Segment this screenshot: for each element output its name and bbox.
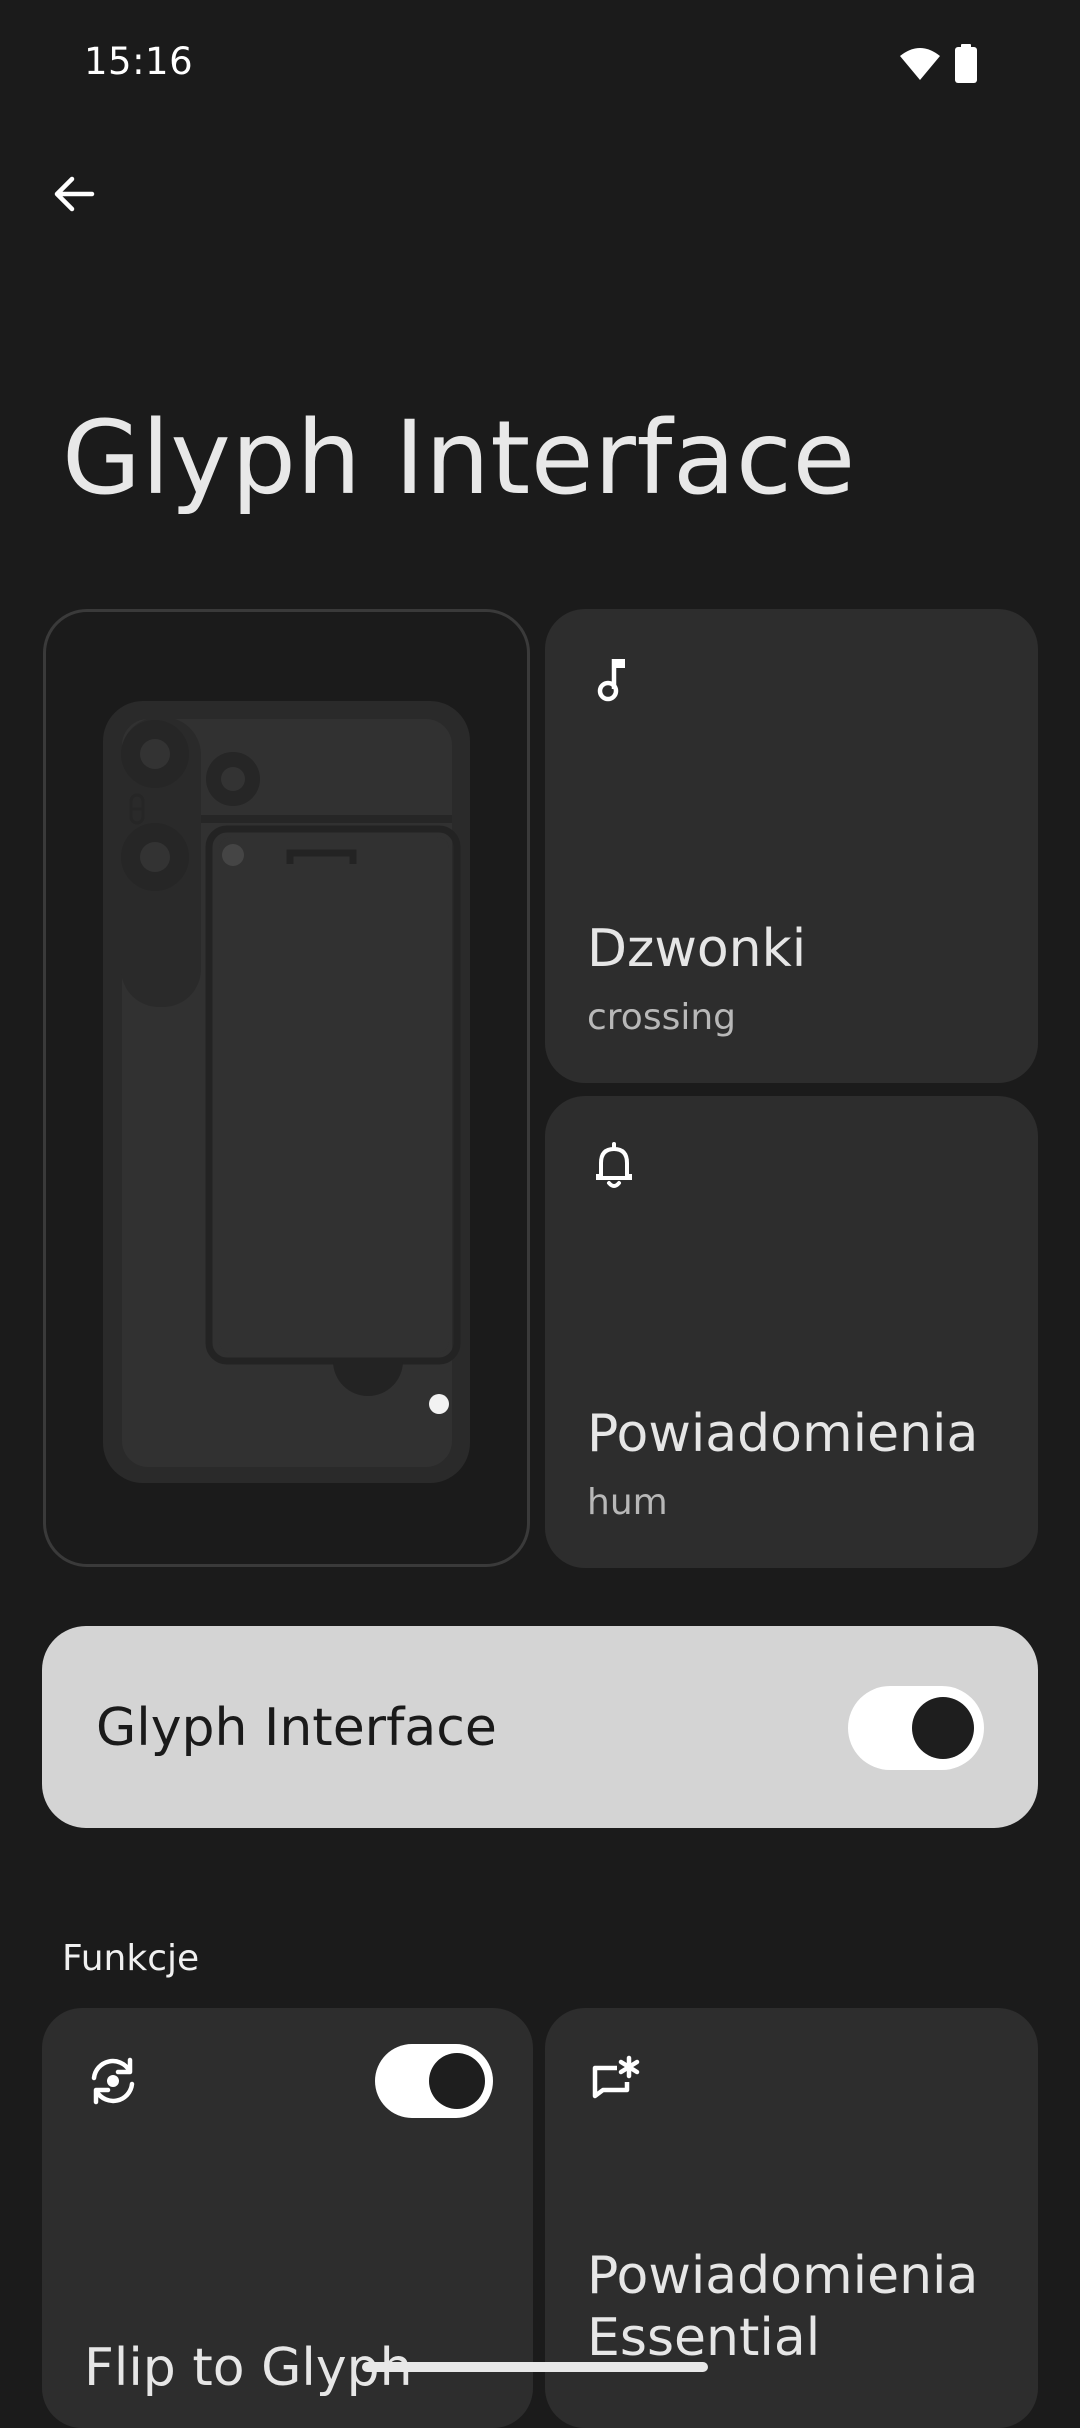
notifications-title: Powiadomienia xyxy=(587,1404,979,1464)
switch-knob xyxy=(912,1697,974,1759)
wifi-icon xyxy=(900,48,940,80)
battery-icon xyxy=(955,44,977,83)
glyph-interface-toggle-label: Glyph Interface xyxy=(96,1698,497,1758)
glyph-interface-switch[interactable] xyxy=(848,1686,984,1770)
message-star-icon xyxy=(592,2055,640,2099)
ringtones-title: Dzwonki xyxy=(587,919,807,979)
status-time: 15:16 xyxy=(84,40,194,83)
essential-notifications-title-line1: Powiadomienia xyxy=(587,2246,979,2306)
back-button[interactable] xyxy=(40,160,108,228)
ringtones-subtitle: crossing xyxy=(587,997,737,1038)
status-bar: 15:16 xyxy=(0,0,1080,128)
switch-knob xyxy=(429,2053,485,2109)
arrow-left-icon xyxy=(54,176,95,212)
home-indicator[interactable] xyxy=(362,2362,708,2372)
page-title: Glyph Interface xyxy=(62,399,856,518)
notifications-tile[interactable]: Powiadomienia hum xyxy=(545,1096,1038,1568)
bell-icon xyxy=(596,1142,632,1188)
glyph-preview-card xyxy=(43,609,530,1567)
music-note-icon xyxy=(597,659,625,702)
features-section-label: Funkcje xyxy=(62,1938,200,1979)
status-icons xyxy=(898,44,988,84)
notifications-subtitle: hum xyxy=(587,1482,668,1523)
essential-notifications-title-line2: Essential xyxy=(587,2308,821,2368)
glyph-interface-toggle-card[interactable]: Glyph Interface xyxy=(42,1626,1038,1828)
flip-rotate-icon xyxy=(91,2057,135,2105)
ringtones-tile[interactable]: Dzwonki crossing xyxy=(545,609,1038,1083)
flip-to-glyph-switch[interactable] xyxy=(375,2044,493,2118)
phone-back-illustration xyxy=(103,701,470,1483)
